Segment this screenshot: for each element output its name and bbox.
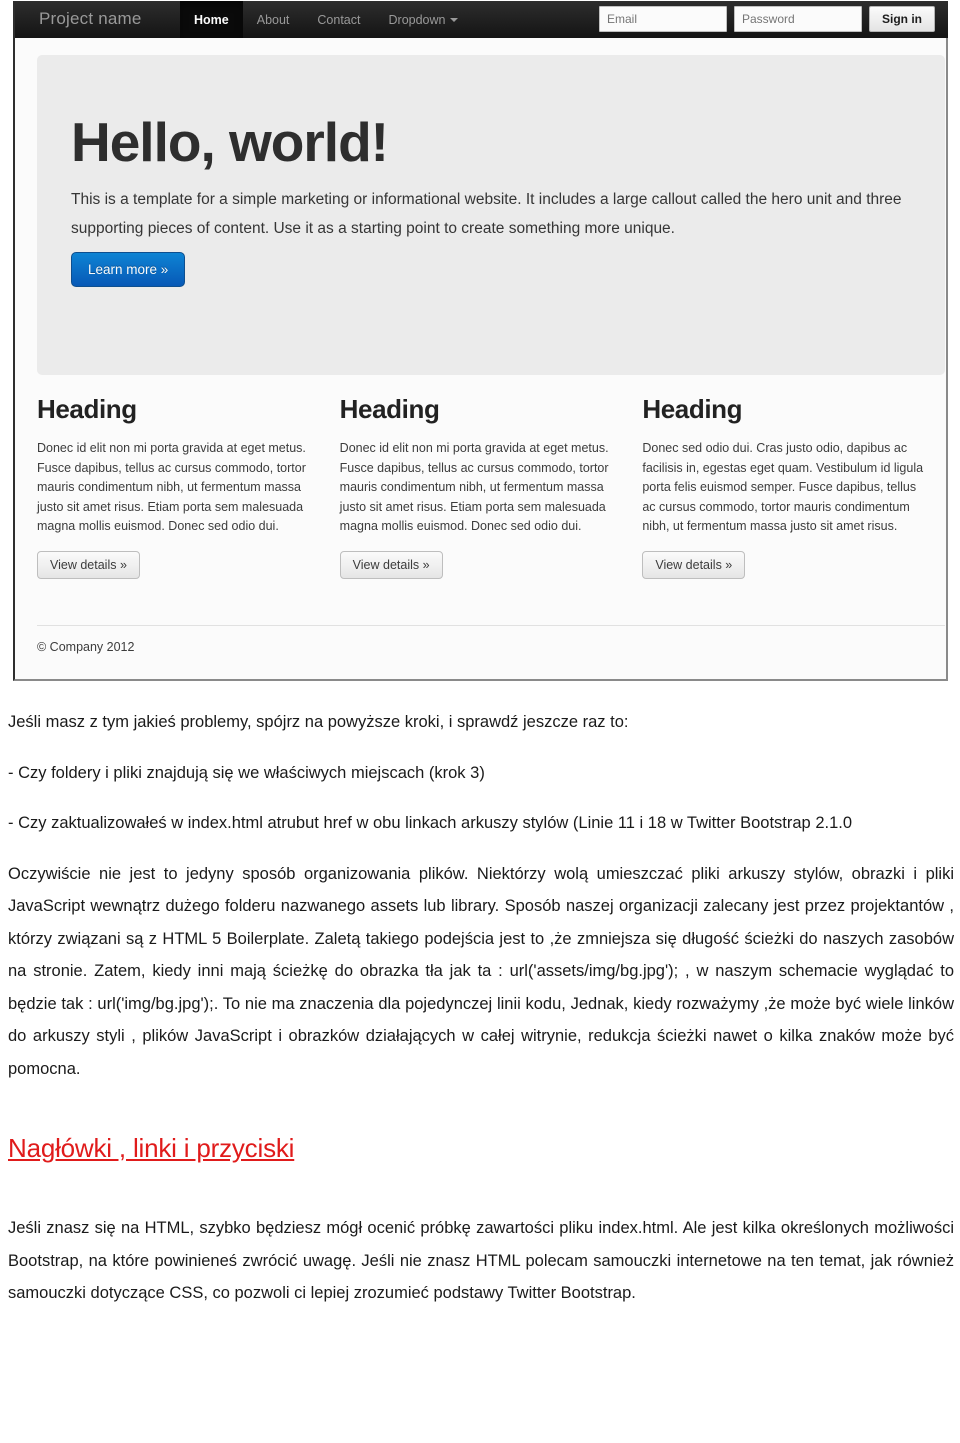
body-paragraph-1: Oczywiście nie jest to jedyny sposób org…	[8, 864, 954, 1078]
nav-link-dropdown[interactable]: Dropdown	[375, 1, 473, 38]
checklist-item-2: - Czy zaktualizowałeś w index.html atrub…	[8, 814, 853, 832]
nav-link-home[interactable]: Home	[180, 1, 243, 38]
navbar: Project name Home About Contact Dropdown…	[15, 1, 948, 38]
navbar-links: Home About Contact Dropdown	[180, 1, 472, 38]
nav-link-home-label: Home	[194, 12, 229, 27]
column-heading: Heading	[339, 394, 440, 424]
footer-divider	[37, 625, 945, 626]
hero-subtitle: This is a template for a simple marketin…	[71, 191, 902, 237]
copyright-notice: © Company 2012	[37, 640, 135, 654]
hero-title: Hello, world!	[71, 111, 389, 173]
feature-column: Heading Donec sed odio dui. Cras justo o…	[642, 394, 945, 579]
view-details-button[interactable]: View details »	[37, 550, 140, 579]
nav-link-contact-label: Contact	[317, 12, 361, 27]
intro-paragraph: Jeśli masz z tym jakieś problemy, spójrz…	[8, 713, 629, 731]
chevron-down-icon	[450, 17, 459, 22]
column-body: Donec id elit non mi porta gravida at eg…	[37, 441, 306, 533]
navbar-brand[interactable]: Project name	[39, 8, 142, 30]
column-body: Donec sed odio dui. Cras justo odio, dap…	[642, 441, 924, 533]
password-field[interactable]	[734, 6, 862, 32]
feature-column: Heading Donec id elit non mi porta gravi…	[37, 394, 340, 579]
nav-link-about[interactable]: About	[243, 1, 304, 38]
navbar-signin-form: Sign in	[599, 6, 935, 32]
email-field[interactable]	[599, 6, 727, 32]
column-heading: Heading	[37, 394, 137, 424]
section-heading: Nagłówki , linki i przyciski	[8, 1133, 295, 1163]
checklist-item-1: - Czy foldery i pliki znajdują się we wł…	[8, 763, 485, 782]
view-details-button[interactable]: View details »	[339, 550, 443, 579]
body-paragraph-2: Jeśli znasz się na HTML, szybko będziesz…	[8, 1219, 954, 1302]
column-body: Donec id elit non mi porta gravida at eg…	[339, 441, 609, 533]
nav-link-contact[interactable]: Contact	[303, 1, 374, 38]
bootstrap-template-screenshot: Project name Home About Contact Dropdown…	[13, 1, 948, 681]
sign-in-button[interactable]: Sign in	[869, 6, 935, 32]
feature-columns: Heading Donec id elit non mi porta gravi…	[37, 394, 945, 579]
view-details-button[interactable]: View details »	[642, 550, 746, 579]
document-body: Jeśli masz z tym jakieś problemy, spójrz…	[8, 706, 954, 1310]
screenshot-frame: Project name Home About Contact Dropdown…	[13, 1, 948, 681]
nav-link-about-label: About	[256, 12, 290, 27]
hero-unit: Hello, world! This is a template for a s…	[37, 55, 945, 375]
learn-more-button[interactable]: Learn more »	[71, 252, 186, 287]
column-heading: Heading	[642, 394, 743, 424]
nav-link-dropdown-label: Dropdown	[388, 12, 446, 27]
feature-column: Heading Donec id elit non mi porta gravi…	[339, 394, 643, 579]
